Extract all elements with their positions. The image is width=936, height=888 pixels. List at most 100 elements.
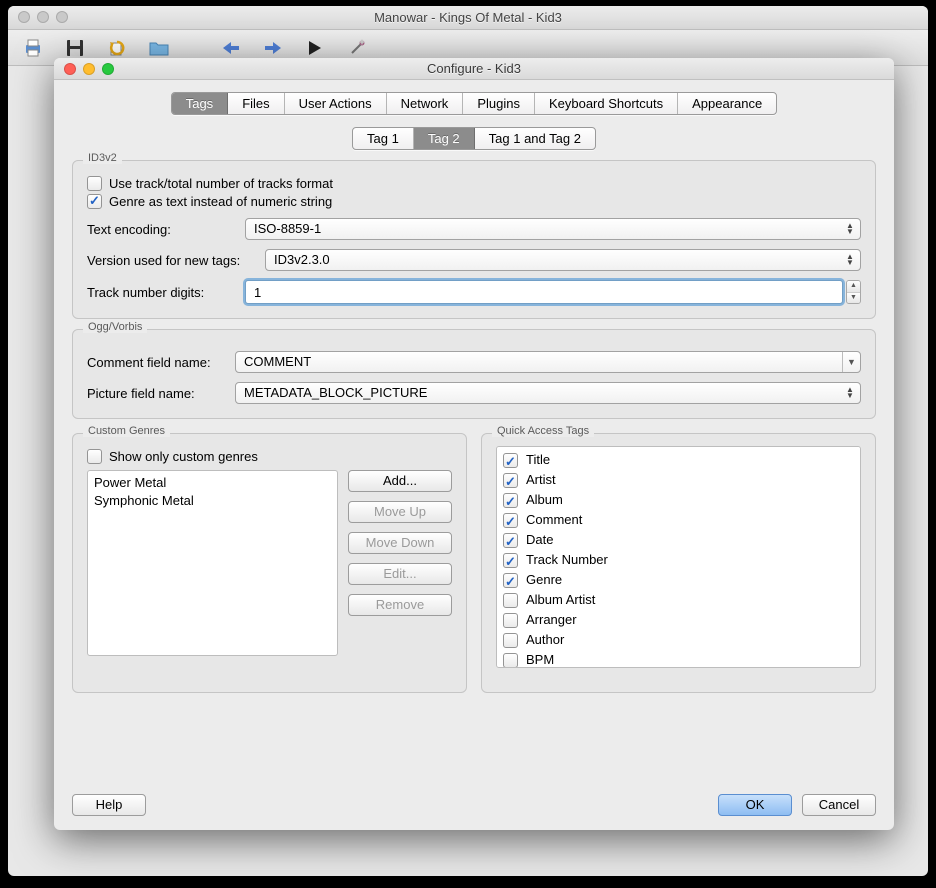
traffic-lights-dialog [64,63,114,75]
group-title-custom-genres: Custom Genres [83,425,170,437]
list-item-label: BPM [526,650,554,668]
checkbox-comment[interactable] [503,513,518,528]
chevron-up-icon[interactable]: ▲ [847,281,860,293]
select-text-encoding[interactable]: ISO-8859-1▲▼ [245,218,861,240]
help-button[interactable]: Help [72,794,146,816]
select-picture-field[interactable]: METADATA_BLOCK_PICTURE▲▼ [235,382,861,404]
label-text-encoding: Text encoding: [87,222,237,237]
label-track-digits: Track number digits: [87,285,237,300]
dialog-footer: Help OK Cancel [72,794,876,816]
checkbox-album[interactable] [503,493,518,508]
group-title-id3v2: ID3v2 [83,152,122,164]
checkbox-use-track-total[interactable] [87,176,102,191]
main-tabs: TagsFilesUser ActionsNetworkPluginsKeybo… [171,92,778,115]
value-version: ID3v2.3.0 [274,252,330,267]
group-ogg: Ogg/Vorbis Comment field name: COMMENT▼ … [72,329,876,419]
list-custom-genres[interactable]: Power MetalSymphonic Metal [87,470,338,656]
remove-button[interactable]: Remove [348,594,452,616]
revert-icon[interactable] [106,37,128,59]
tab-plugins[interactable]: Plugins [463,93,535,114]
main-window-titlebar: Manowar - Kings Of Metal - Kid3 [8,6,928,30]
subtab-tag-2[interactable]: Tag 2 [414,128,475,149]
list-item[interactable]: Symphonic Metal [94,492,331,510]
checkbox-date[interactable] [503,533,518,548]
edit-button[interactable]: Edit... [348,563,452,585]
close-icon[interactable] [18,11,30,23]
chevron-down-icon: ▼ [842,352,860,372]
list-item[interactable]: Title [503,450,854,470]
zoom-icon[interactable] [102,63,114,75]
move-down-button[interactable]: Move Down [348,532,452,554]
checkbox-bpm[interactable] [503,653,518,668]
list-item[interactable]: BPM [503,650,854,668]
list-item[interactable]: Arranger [503,610,854,630]
print-icon[interactable] [22,37,44,59]
list-item-label: Title [526,450,550,470]
input-track-digits[interactable] [245,280,843,304]
list-item-label: Artist [526,470,556,490]
group-custom-genres: Custom Genres Show only custom genres Po… [72,433,467,693]
wand-icon[interactable] [346,37,368,59]
minimize-icon[interactable] [83,63,95,75]
chevron-down-icon[interactable]: ▼ [847,293,860,304]
chevron-updown-icon: ▲▼ [843,384,857,402]
list-item[interactable]: Album Artist [503,590,854,610]
subtab-tag-1[interactable]: Tag 1 [353,128,414,149]
play-icon[interactable] [304,37,326,59]
checkbox-title[interactable] [503,453,518,468]
checkbox-author[interactable] [503,633,518,648]
label-use-track-total: Use track/total number of tracks format [109,176,333,191]
list-item-label: Track Number [526,550,608,570]
list-item[interactable]: Comment [503,510,854,530]
folder-icon[interactable] [148,37,170,59]
list-quick-access[interactable]: TitleArtistAlbumCommentDateTrack NumberG… [496,446,861,668]
select-version[interactable]: ID3v2.3.0▲▼ [265,249,861,271]
checkbox-genre-as-text[interactable] [87,194,102,209]
list-item[interactable]: Author [503,630,854,650]
label-version: Version used for new tags: [87,253,257,268]
list-item[interactable]: Track Number [503,550,854,570]
group-title-ogg: Ogg/Vorbis [83,321,147,333]
close-icon[interactable] [64,63,76,75]
list-item[interactable]: Album [503,490,854,510]
tab-files[interactable]: Files [228,93,284,114]
checkbox-album-artist[interactable] [503,593,518,608]
label-picture-field: Picture field name: [87,386,227,401]
checkbox-artist[interactable] [503,473,518,488]
minimize-icon[interactable] [37,11,49,23]
tab-appearance[interactable]: Appearance [678,93,776,114]
sub-tabs: Tag 1Tag 2Tag 1 and Tag 2 [352,127,596,150]
traffic-lights-main [18,11,68,23]
spinner-buttons[interactable]: ▲▼ [846,280,861,304]
checkbox-show-only-custom[interactable] [87,449,102,464]
tab-network[interactable]: Network [387,93,464,114]
list-item[interactable]: Power Metal [94,474,331,492]
checkbox-genre[interactable] [503,573,518,588]
list-item-label: Album [526,490,563,510]
add-button[interactable]: Add... [348,470,452,492]
cancel-button[interactable]: Cancel [802,794,876,816]
list-item[interactable]: Artist [503,470,854,490]
forward-arrow-icon[interactable] [262,37,284,59]
tab-user-actions[interactable]: User Actions [285,93,387,114]
list-item[interactable]: Date [503,530,854,550]
list-item-label: Arranger [526,610,577,630]
list-item[interactable]: Genre [503,570,854,590]
list-item-label: Album Artist [526,590,595,610]
label-comment-field: Comment field name: [87,355,227,370]
list-item-label: Comment [526,510,582,530]
subtab-tag-1-and-tag-2[interactable]: Tag 1 and Tag 2 [475,128,595,149]
checkbox-arranger[interactable] [503,613,518,628]
combo-comment-field[interactable]: COMMENT▼ [235,351,861,373]
list-item-label: Date [526,530,553,550]
tab-tags[interactable]: Tags [172,93,228,114]
back-arrow-icon[interactable] [220,37,242,59]
move-up-button[interactable]: Move Up [348,501,452,523]
tab-keyboard-shortcuts[interactable]: Keyboard Shortcuts [535,93,678,114]
label-show-only-custom: Show only custom genres [109,449,258,464]
zoom-icon[interactable] [56,11,68,23]
ok-button[interactable]: OK [718,794,792,816]
checkbox-track-number[interactable] [503,553,518,568]
list-item-label: Genre [526,570,562,590]
save-icon[interactable] [64,37,86,59]
